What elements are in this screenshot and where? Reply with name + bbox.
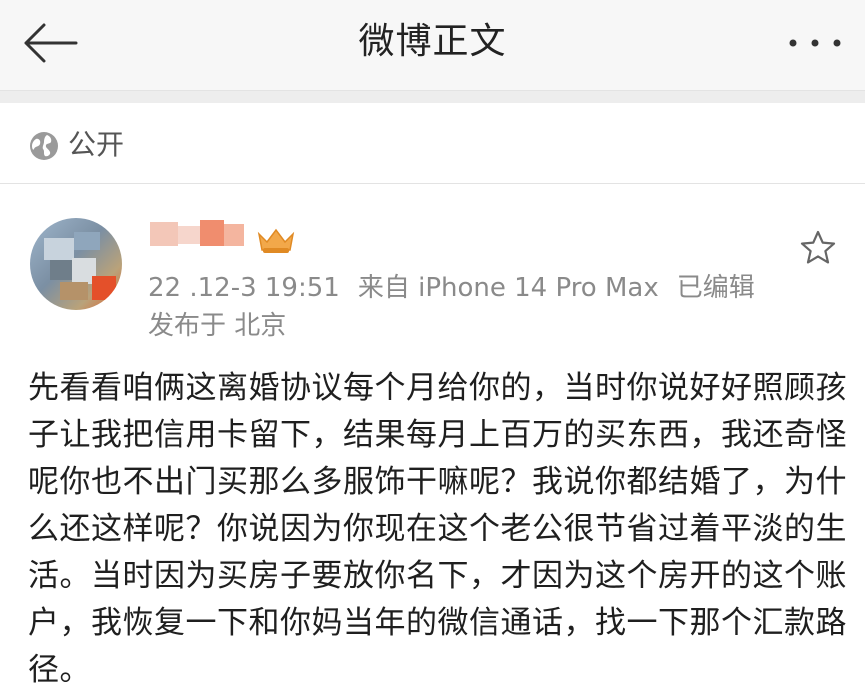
edited-label[interactable]: 已编辑 <box>677 273 755 303</box>
more-dots-icon <box>789 39 841 47</box>
page-title: 微博正文 <box>358 21 507 62</box>
favorite-button[interactable] <box>798 228 838 268</box>
top-navigation-bar: 微博正文 <box>0 0 865 91</box>
visibility-label: 公开 <box>68 128 125 161</box>
post-content: 先看看咱俩这离婚协议每个月给你的，当时你说好好照顾孩子让我把信用卡留下，结果每月… <box>28 370 847 688</box>
post-meta: 22 .12-3 19:51 来自 iPhone 14 Pro Max 已编辑 <box>148 270 755 306</box>
username-blurred[interactable] <box>150 218 260 258</box>
post-location: 发布于 北京 <box>148 311 287 341</box>
star-outline-icon <box>800 230 836 264</box>
avatar[interactable] <box>30 218 122 310</box>
globe-icon <box>30 132 58 160</box>
visibility-row: 公开 <box>0 103 865 184</box>
more-options-button[interactable] <box>785 28 845 58</box>
section-divider <box>0 91 865 103</box>
vip-crown-icon <box>257 228 295 253</box>
post-source: 来自 iPhone 14 Pro Max <box>357 273 659 303</box>
post-date: 22 .12-3 19:51 <box>148 273 340 303</box>
